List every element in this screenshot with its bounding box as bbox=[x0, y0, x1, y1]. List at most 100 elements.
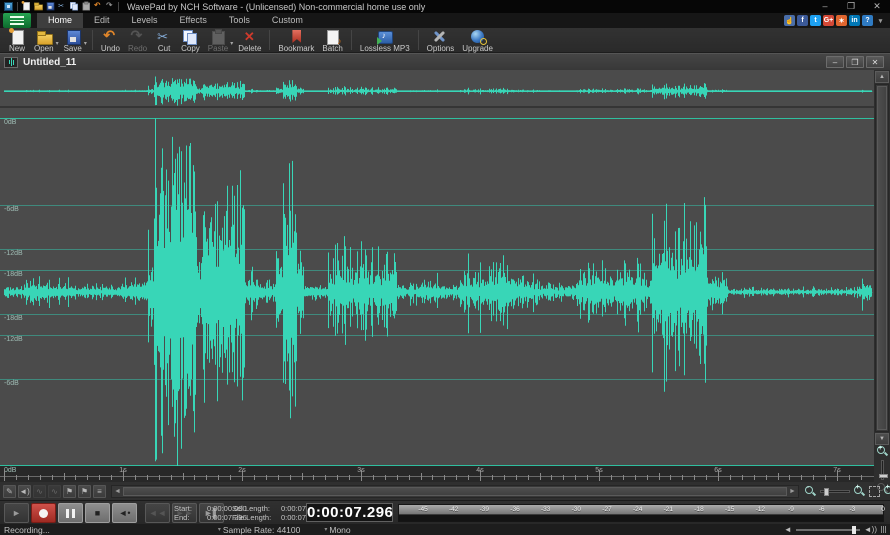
zoom-to-selection-icon[interactable] bbox=[869, 486, 880, 497]
speaker-loud-icon[interactable]: ◄)) bbox=[864, 525, 877, 534]
volume-slider[interactable] bbox=[796, 529, 860, 531]
meter-tick-label: -9 bbox=[788, 506, 794, 513]
play-button[interactable]: ► bbox=[4, 503, 29, 523]
window-maximize-button[interactable]: ❐ bbox=[838, 0, 864, 13]
cut-quick-icon[interactable] bbox=[56, 1, 68, 13]
open-quick-icon[interactable] bbox=[32, 1, 44, 13]
facebook-icon[interactable]: f bbox=[797, 15, 808, 26]
scrub-tool-icon[interactable]: ∿ bbox=[33, 485, 46, 498]
ruler-tick bbox=[623, 475, 624, 480]
help-icon[interactable]: ? bbox=[862, 15, 873, 26]
save-floppy-icon bbox=[64, 29, 82, 45]
draw-mode-icon[interactable]: ✎ bbox=[3, 485, 16, 498]
tab-custom[interactable]: Custom bbox=[261, 13, 314, 28]
like-icon[interactable]: ☝ bbox=[784, 15, 795, 26]
ruler-tick bbox=[75, 475, 76, 480]
record-button[interactable] bbox=[31, 503, 56, 523]
tab-effects[interactable]: Effects bbox=[169, 13, 218, 28]
menu-hamburger-button[interactable] bbox=[3, 13, 31, 28]
twitter-icon[interactable]: t bbox=[810, 15, 821, 26]
scroll-up-button[interactable]: ▲ bbox=[875, 71, 889, 83]
ruler-tick bbox=[183, 473, 184, 480]
meter-tick-label: -24 bbox=[633, 506, 642, 513]
bookmark-button[interactable]: Bookmark bbox=[274, 29, 318, 53]
horizontal-scrollbar-thumb[interactable] bbox=[123, 487, 787, 496]
doc-minimize-button[interactable]: – bbox=[826, 56, 844, 68]
lossless-mp3-button[interactable]: Lossless MP3 bbox=[356, 29, 414, 53]
new-quick-icon[interactable] bbox=[20, 1, 32, 13]
bookmark-icon bbox=[287, 29, 305, 45]
wave-tool-icon[interactable]: ∿ bbox=[48, 485, 61, 498]
zoom-in-icon[interactable]: + bbox=[853, 485, 866, 498]
vertical-scrollbar[interactable] bbox=[875, 84, 889, 432]
bookmark-flag-alt-icon[interactable]: ⚑ bbox=[78, 485, 91, 498]
copy-button[interactable]: Copy bbox=[177, 29, 204, 53]
open-button[interactable]: Open bbox=[30, 29, 58, 53]
waveform-overview[interactable] bbox=[0, 70, 874, 108]
new-page-icon bbox=[8, 29, 26, 45]
tab-tools[interactable]: Tools bbox=[218, 13, 261, 28]
window-close-button[interactable]: ✕ bbox=[864, 0, 890, 13]
ruler-tick bbox=[682, 475, 683, 480]
zoom-out-icon[interactable]: - bbox=[804, 485, 817, 498]
ruler-tick bbox=[754, 475, 755, 480]
tab-levels[interactable]: Levels bbox=[121, 13, 169, 28]
social-more-caret[interactable]: ▾ bbox=[875, 15, 886, 26]
jog-button[interactable]: ◄• bbox=[112, 503, 137, 523]
speaker-icon[interactable]: ◄ bbox=[784, 525, 792, 534]
scroll-left-arrow[interactable]: ◄ bbox=[112, 486, 123, 497]
ruler-tick bbox=[337, 475, 338, 480]
pause-button[interactable] bbox=[58, 503, 83, 523]
window-title: WavePad by NCH Software - (Unlicensed) N… bbox=[127, 2, 425, 12]
sample-rate-selector[interactable]: ▾ Sample Rate: 44100 bbox=[218, 525, 301, 535]
delete-button[interactable]: Delete bbox=[234, 29, 265, 53]
stop-button[interactable]: ■ bbox=[85, 503, 110, 523]
vertical-zoom-in-icon[interactable]: + bbox=[876, 445, 889, 458]
undo-quick-icon[interactable] bbox=[92, 1, 104, 13]
doc-close-button[interactable]: ✕ bbox=[866, 56, 884, 68]
upgrade-button[interactable]: Upgrade bbox=[458, 29, 497, 53]
db-label: -12dB bbox=[4, 336, 23, 344]
volume-slider-thumb[interactable] bbox=[852, 526, 856, 534]
googleplus-icon[interactable]: G+ bbox=[823, 15, 834, 26]
cut-scissors-icon bbox=[155, 29, 173, 45]
waveform-main-view[interactable]: 0dB-6dB-12dB-18dB-18dB-12dB-6dB bbox=[0, 108, 874, 466]
meter-tick-label: -39 bbox=[480, 506, 489, 513]
redo-quick-icon[interactable] bbox=[104, 1, 116, 13]
ruler-tick bbox=[111, 475, 112, 480]
channel-selector[interactable]: ▾ Mono bbox=[324, 525, 350, 535]
wavepad-window: WavePad by NCH Software - (Unlicensed) N… bbox=[0, 0, 890, 535]
copy-quick-icon[interactable] bbox=[68, 1, 80, 13]
new-button[interactable]: New bbox=[4, 29, 30, 53]
zoom-slider[interactable] bbox=[820, 490, 850, 493]
batch-button[interactable]: Batch bbox=[318, 29, 346, 53]
options-button[interactable]: Options bbox=[423, 29, 459, 53]
ruler-tick bbox=[432, 475, 433, 480]
linkedin-icon[interactable]: in bbox=[849, 15, 860, 26]
scroll-down-button[interactable]: ▼ bbox=[875, 433, 889, 445]
monitor-speaker-icon[interactable]: ◄) bbox=[18, 485, 31, 498]
bookmark-list-icon[interactable]: ≡ bbox=[93, 485, 106, 498]
tab-edit[interactable]: Edit bbox=[83, 13, 121, 28]
paste-quick-icon[interactable] bbox=[80, 1, 92, 13]
tab-home[interactable]: Home bbox=[37, 13, 83, 28]
wavepad-app-icon[interactable] bbox=[4, 2, 13, 11]
community-icon[interactable]: ✶ bbox=[836, 15, 847, 26]
timeline-ruler[interactable]: 0dB 1s2s3s4s5s6s7s bbox=[0, 466, 874, 482]
horizontal-scrollbar[interactable]: ◄ ► bbox=[111, 485, 799, 498]
vertical-zoom-slider[interactable] bbox=[881, 460, 884, 480]
undo-button[interactable]: Undo bbox=[97, 29, 124, 53]
save-quick-icon[interactable] bbox=[44, 1, 56, 13]
zoom-slider-thumb[interactable] bbox=[824, 488, 829, 496]
vertical-zoom-slider-thumb[interactable] bbox=[879, 474, 888, 478]
scroll-right-arrow[interactable]: ► bbox=[787, 486, 798, 497]
cut-button[interactable]: Cut bbox=[151, 29, 177, 53]
vertical-scrollbar-thumb[interactable] bbox=[877, 86, 887, 430]
bookmark-flag-icon[interactable]: ⚑ bbox=[63, 485, 76, 498]
window-minimize-button[interactable]: – bbox=[812, 0, 838, 13]
toolbar-button-label: Open bbox=[34, 44, 54, 53]
ruler-tick bbox=[16, 475, 17, 480]
save-button[interactable]: Save bbox=[60, 29, 86, 53]
zoom-full-icon[interactable]: + bbox=[883, 485, 890, 498]
doc-restore-button[interactable]: ❐ bbox=[846, 56, 864, 68]
